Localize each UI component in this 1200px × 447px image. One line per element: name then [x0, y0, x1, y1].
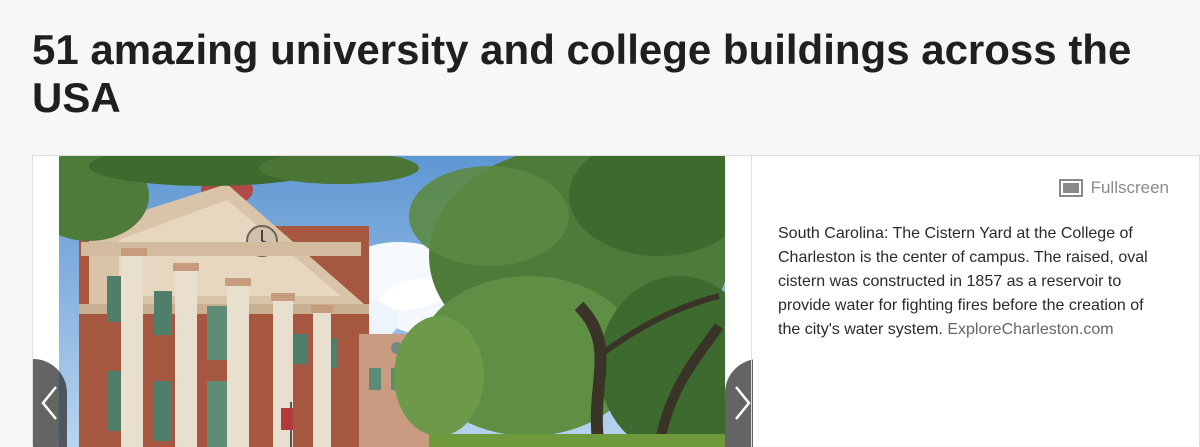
- page-title: 51 amazing university and college buildi…: [32, 26, 1132, 121]
- slide-caption: South Carolina: The Cistern Yard at the …: [778, 222, 1158, 342]
- slide-photo[interactable]: [59, 156, 725, 447]
- next-slide-button[interactable]: [725, 359, 753, 447]
- chevron-left-icon: [41, 386, 57, 420]
- fullscreen-label: Fullscreen: [1090, 178, 1169, 197]
- fullscreen-button[interactable]: Fullscreen: [1058, 178, 1169, 198]
- slide-media: [33, 156, 753, 447]
- photo-source-link[interactable]: ExploreCharleston.com: [947, 321, 1113, 338]
- slideshow-gallery: Fullscreen South Carolina: The Cistern Y…: [32, 155, 1200, 447]
- chevron-right-icon: [735, 386, 751, 420]
- caption-panel: Fullscreen South Carolina: The Cistern Y…: [752, 156, 1199, 446]
- fullscreen-icon: [1058, 179, 1083, 197]
